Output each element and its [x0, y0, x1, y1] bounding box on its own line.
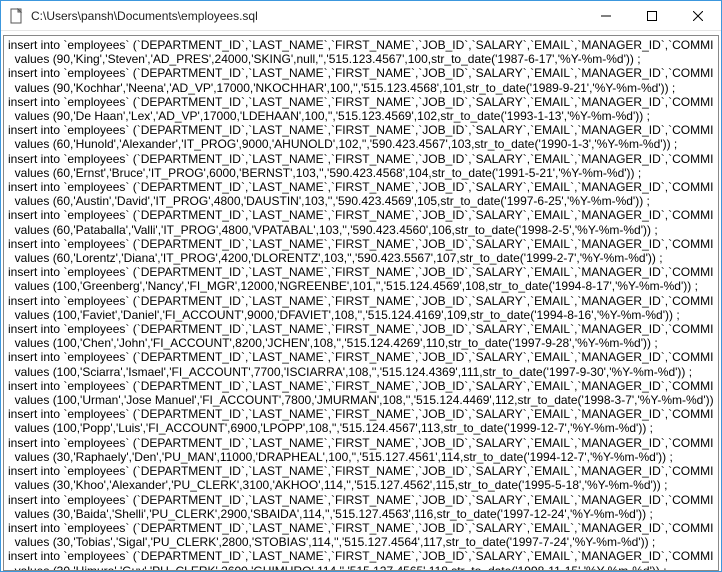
- sql-line: values (60,'Pataballa','Valli','IT_PROG'…: [8, 223, 714, 237]
- sql-line: insert into `employees` (`DEPARTMENT_ID`…: [8, 407, 714, 421]
- sql-line: insert into `employees` (`DEPARTMENT_ID`…: [8, 152, 714, 166]
- text-editor[interactable]: insert into `employees` (`DEPARTMENT_ID`…: [3, 35, 719, 571]
- close-button[interactable]: [675, 1, 721, 30]
- sql-line: values (100,'Popp','Luis','FI_ACCOUNT',6…: [8, 421, 714, 435]
- sql-line: values (60,'Austin','David','IT_PROG',48…: [8, 194, 714, 208]
- sql-line: values (30,'Khoo','Alexander','PU_CLERK'…: [8, 478, 714, 492]
- sql-line: values (60,'Hunold','Alexander','IT_PROG…: [8, 137, 714, 151]
- sql-line: values (30,'Himuro','Guy','PU_CLERK',260…: [8, 564, 714, 571]
- content-area: insert into `employees` (`DEPARTMENT_ID`…: [1, 31, 721, 571]
- sql-line: insert into `employees` (`DEPARTMENT_ID`…: [8, 464, 714, 478]
- maximize-button[interactable]: [629, 1, 675, 30]
- sql-line: insert into `employees` (`DEPARTMENT_ID`…: [8, 237, 714, 251]
- window-controls: [583, 1, 721, 30]
- sql-line: values (90,'De Haan','Lex','AD_VP',17000…: [8, 109, 714, 123]
- sql-line: values (60,'Lorentz','Diana','IT_PROG',4…: [8, 251, 714, 265]
- sql-line: values (100,'Urman','Jose Manuel','FI_AC…: [8, 393, 714, 407]
- sql-line: insert into `employees` (`DEPARTMENT_ID`…: [8, 123, 714, 137]
- sql-line: values (100,'Greenberg','Nancy','FI_MGR'…: [8, 279, 714, 293]
- window: C:\Users\pansh\Documents\employees.sql i…: [0, 0, 722, 572]
- sql-line: insert into `employees` (`DEPARTMENT_ID`…: [8, 66, 714, 80]
- sql-line: insert into `employees` (`DEPARTMENT_ID`…: [8, 208, 714, 222]
- titlebar: C:\Users\pansh\Documents\employees.sql: [1, 1, 721, 31]
- window-title: C:\Users\pansh\Documents\employees.sql: [31, 9, 583, 23]
- sql-line: insert into `employees` (`DEPARTMENT_ID`…: [8, 180, 714, 194]
- sql-line: insert into `employees` (`DEPARTMENT_ID`…: [8, 294, 714, 308]
- sql-line: insert into `employees` (`DEPARTMENT_ID`…: [8, 493, 714, 507]
- minimize-button[interactable]: [583, 1, 629, 30]
- sql-line: values (100,'Faviet','Daniel','FI_ACCOUN…: [8, 308, 714, 322]
- sql-line: insert into `employees` (`DEPARTMENT_ID`…: [8, 350, 714, 364]
- sql-line: values (30,'Tobias','Sigal','PU_CLERK',2…: [8, 535, 714, 549]
- app-icon: [9, 8, 25, 24]
- sql-line: insert into `employees` (`DEPARTMENT_ID`…: [8, 322, 714, 336]
- sql-line: insert into `employees` (`DEPARTMENT_ID`…: [8, 549, 714, 563]
- sql-line: values (90,'King','Steven','AD_PRES',240…: [8, 52, 714, 66]
- sql-line: values (30,'Baida','Shelli','PU_CLERK',2…: [8, 507, 714, 521]
- sql-line: values (100,'Sciarra','Ismael','FI_ACCOU…: [8, 365, 714, 379]
- sql-line: insert into `employees` (`DEPARTMENT_ID`…: [8, 95, 714, 109]
- sql-line: insert into `employees` (`DEPARTMENT_ID`…: [8, 436, 714, 450]
- sql-line: insert into `employees` (`DEPARTMENT_ID`…: [8, 265, 714, 279]
- sql-line: insert into `employees` (`DEPARTMENT_ID`…: [8, 521, 714, 535]
- sql-line: insert into `employees` (`DEPARTMENT_ID`…: [8, 379, 714, 393]
- sql-line: values (100,'Chen','John','FI_ACCOUNT',8…: [8, 336, 714, 350]
- sql-line: insert into `employees` (`DEPARTMENT_ID`…: [8, 38, 714, 52]
- sql-line: values (30,'Raphaely','Den','PU_MAN',110…: [8, 450, 714, 464]
- sql-line: values (60,'Ernst','Bruce','IT_PROG',600…: [8, 166, 714, 180]
- sql-line: values (90,'Kochhar','Neena','AD_VP',170…: [8, 81, 714, 95]
